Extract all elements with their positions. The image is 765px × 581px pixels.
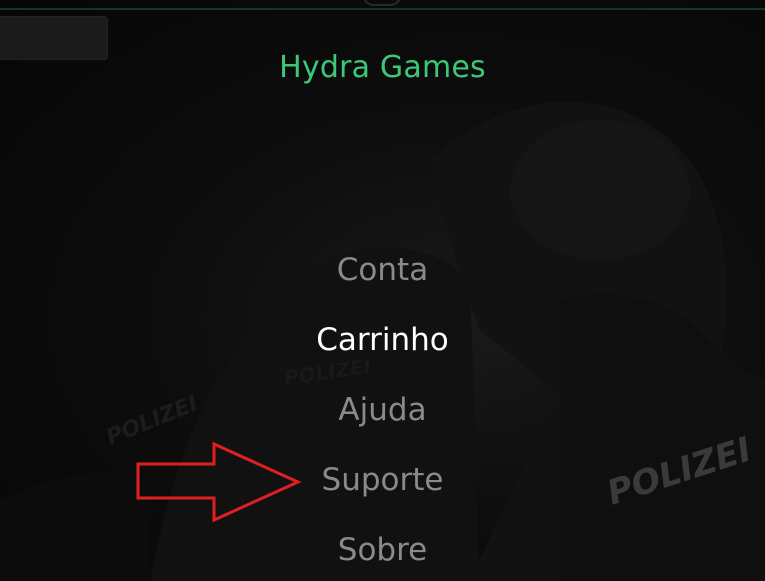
menu-item-carrinho[interactable]: Carrinho [0,318,765,388]
menu-item-ajuda[interactable]: Ajuda [0,388,765,458]
app-title: Hydra Games [279,50,486,85]
header-divider [0,8,765,10]
menu-item-suporte[interactable]: Suporte [0,458,765,528]
main-menu-screen: POLIZEI POLIZEI POLIZEI Hydra Games Cont… [0,0,765,581]
menu-item-sobre[interactable]: Sobre [0,528,765,581]
arrow-right-icon [136,441,302,523]
menu-item-conta[interactable]: Conta [0,248,765,318]
main-menu: Conta Carrinho Ajuda Suporte Sobre [0,248,765,581]
